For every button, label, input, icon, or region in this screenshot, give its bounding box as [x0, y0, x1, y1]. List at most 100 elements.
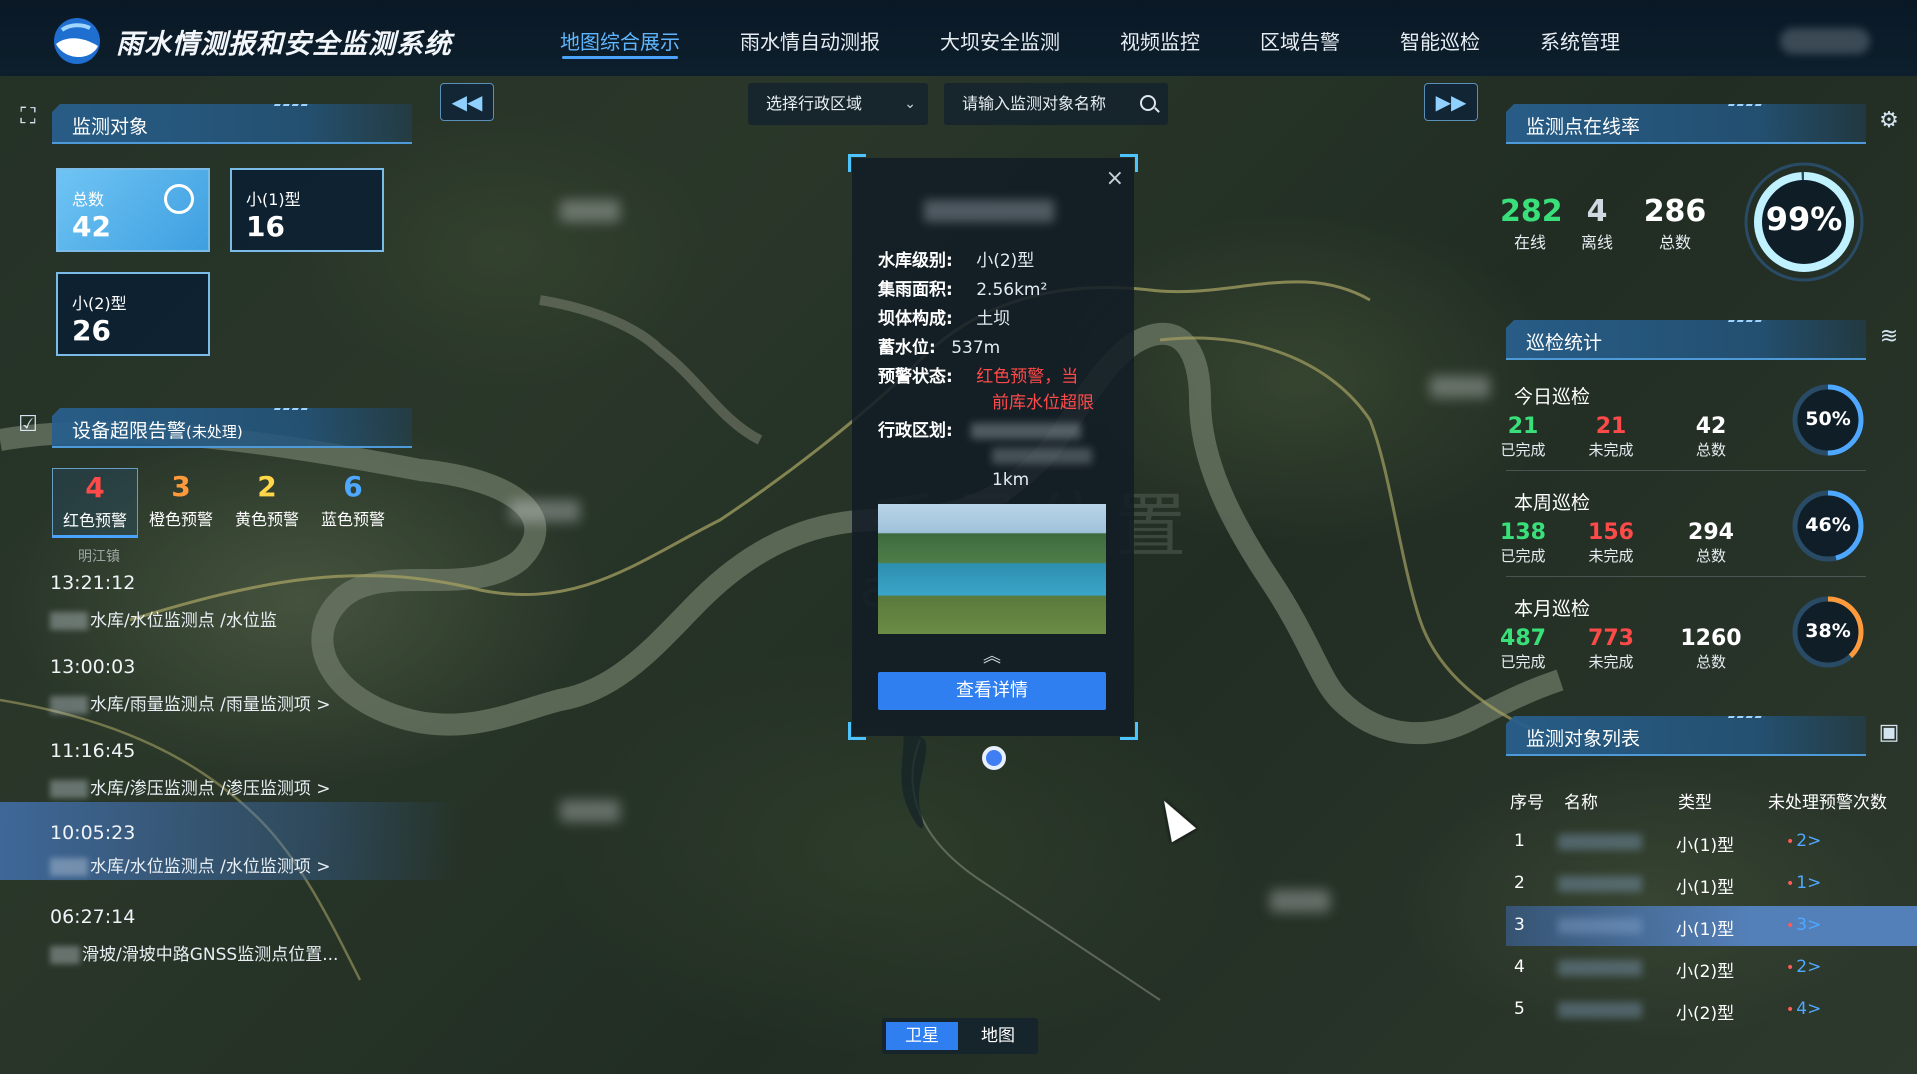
- reservoir-photo[interactable]: [878, 504, 1106, 634]
- monitor-object-icon[interactable]: ⛶: [15, 104, 41, 130]
- monitor-objects-title-bar: 监测对象: [52, 104, 412, 144]
- col-type: 类型: [1678, 793, 1712, 813]
- map-marker[interactable]: [982, 746, 1006, 770]
- patrol-total: 42 总数: [1695, 414, 1727, 459]
- reservoir-popup: × 水库级别: 小(2)型 集雨面积: 2.56km² 坝体构成: 土坝 蓄水位…: [848, 154, 1138, 740]
- card-total-value: 42: [72, 210, 111, 243]
- alert-count-yellow[interactable]: 2 黄色预警: [224, 468, 310, 538]
- patrol-done: 487 已完成: [1500, 626, 1546, 671]
- popup-row-region: 行政区划:: [878, 416, 1081, 441]
- patrol-done: 21 已完成: [1500, 414, 1546, 459]
- popup-row-alert: 预警状态: 红色预警，当: [878, 367, 1079, 387]
- patrol-title: 巡检统计: [1526, 332, 1603, 354]
- card-total[interactable]: 总数 42: [56, 168, 210, 252]
- reservoir-name: [924, 200, 1054, 222]
- col-no: 序号: [1510, 793, 1544, 813]
- satellite-toggle-button[interactable]: 卫星: [886, 1022, 958, 1050]
- patrol-period-name: 本周巡检: [1514, 492, 1591, 514]
- layers-icon[interactable]: ≋: [1876, 324, 1902, 350]
- map-town-label: 明江镇: [78, 549, 120, 565]
- app-logo-icon: [54, 18, 100, 64]
- alert-path: 水库/渗压监测点 /渗压监测项 >: [50, 774, 331, 799]
- alert-item-selected[interactable]: 10:05:23 水库/水位监测点 /水位监测项 >: [0, 802, 460, 880]
- patrol-title-bar: 巡检统计: [1506, 320, 1866, 360]
- alert-item[interactable]: 13:00:03 水库/雨量监测点 /雨量监测项 >: [0, 650, 460, 734]
- table-row[interactable]: 5 小(2)型 4>: [1506, 990, 1917, 1030]
- alert-path: 水库/雨量监测点 /雨量监测项 >: [50, 690, 331, 715]
- patrol-total: 1260 总数: [1680, 626, 1742, 671]
- table-row[interactable]: 4 小(2)型 2>: [1506, 948, 1917, 988]
- popup-row-level: 水库级别: 小(2)型: [878, 251, 1035, 271]
- alert-item[interactable]: 13:21:12 水库/水位监测点 /水位监: [0, 566, 460, 650]
- close-icon[interactable]: ×: [1106, 166, 1124, 191]
- nav-patrol[interactable]: 智能巡检: [1400, 0, 1480, 76]
- view-details-button[interactable]: 查看详情: [878, 672, 1106, 710]
- card-small2[interactable]: 小(2)型 26: [56, 272, 210, 356]
- search-icon[interactable]: [1140, 95, 1156, 111]
- alerts-title-suffix: (未处理): [186, 423, 243, 441]
- alert-count-red-value: 4: [85, 471, 105, 504]
- alert-icon[interactable]: ☑: [15, 412, 41, 438]
- nav-video[interactable]: 视频监控: [1120, 0, 1200, 76]
- main-nav: 地图综合展示 雨水情自动测报 大坝安全监测 视频监控 区域告警 智能巡检 系统管…: [560, 0, 1680, 76]
- list-icon[interactable]: ▣: [1876, 720, 1902, 746]
- map-toggle-button[interactable]: 地图: [962, 1022, 1034, 1050]
- nav-rain-water[interactable]: 雨水情自动测报: [740, 0, 880, 76]
- chevron-down-icon: ⌄: [904, 96, 916, 112]
- patrol-undone: 21 未完成: [1588, 414, 1634, 459]
- offline-count: 4 离线: [1580, 194, 1613, 252]
- alert-path: 水库/水位监测点 /水位监测项 >: [50, 852, 331, 877]
- region-select-label: 选择行政区域: [766, 94, 863, 113]
- patrol-undone: 156 未完成: [1588, 520, 1634, 565]
- alerts-title-bar: 设备超限告警(未处理): [52, 408, 412, 448]
- card-small1-label: 小(1)型: [246, 190, 301, 209]
- alert-count-red[interactable]: 4 红色预警: [52, 468, 138, 538]
- target-icon: [164, 184, 194, 214]
- online-rate-value: 99%: [1765, 200, 1843, 238]
- alert-count-red-label: 红色预警: [62, 511, 127, 530]
- alert-count-blue-label: 蓝色预警: [320, 510, 385, 529]
- map-type-toggle: 卫星 地图: [882, 1018, 1038, 1054]
- online-rate-title: 监测点在线率: [1526, 116, 1641, 138]
- popup-row-alert-cont: 前库水位超限: [992, 393, 1094, 413]
- online-count: 282 在线: [1500, 194, 1563, 252]
- card-total-label: 总数: [72, 190, 105, 209]
- col-count: 未处理预警次数: [1768, 793, 1887, 813]
- card-small1[interactable]: 小(1)型 16: [230, 168, 384, 252]
- card-small2-label: 小(2)型: [72, 294, 127, 313]
- alert-count-blue-value: 6: [343, 470, 363, 503]
- monitor-objects-title: 监测对象: [72, 116, 149, 138]
- alert-item[interactable]: 06:27:14 滑坡/滑坡中路GNSS监测点位置...: [0, 900, 460, 984]
- collapse-right-button[interactable]: ▶▶: [1424, 83, 1478, 121]
- alert-path: 滑坡/滑坡中路GNSS监测点位置...: [50, 940, 338, 965]
- network-icon[interactable]: ⚙: [1876, 108, 1902, 134]
- alert-time: 11:16:45: [50, 740, 136, 762]
- patrol-total: 294 总数: [1688, 520, 1734, 565]
- alert-count-orange[interactable]: 3 橙色预警: [138, 468, 224, 538]
- alert-count-orange-value: 3: [171, 470, 191, 503]
- user-avatar[interactable]: [1780, 28, 1870, 54]
- alert-time: 10:05:23: [50, 822, 136, 844]
- online-rate-gauge: 99%: [1742, 160, 1866, 284]
- nav-dam-safety[interactable]: 大坝安全监测: [940, 0, 1060, 76]
- patrol-undone: 773 未完成: [1588, 626, 1634, 671]
- nav-map-overview[interactable]: 地图综合展示: [560, 0, 680, 76]
- popup-row-dam: 坝体构成: 土坝: [878, 309, 1011, 329]
- alert-count-yellow-label: 黄色预警: [234, 510, 299, 529]
- nav-system[interactable]: 系统管理: [1540, 0, 1620, 76]
- nav-region-alert[interactable]: 区域告警: [1260, 0, 1340, 76]
- table-header: 序号 名称 类型 未处理预警次数: [1510, 788, 1910, 818]
- table-row-selected[interactable]: 3 小(1)型 3>: [1506, 906, 1917, 946]
- table-row[interactable]: 1 小(1)型 2>: [1506, 822, 1917, 862]
- alert-count-blue[interactable]: 6 蓝色预警: [310, 468, 396, 538]
- alert-counts: 4 红色预警 3 橙色预警 2 黄色预警 6 蓝色预警: [52, 468, 397, 538]
- app-title: 雨水情测报和安全监测系统: [116, 29, 452, 60]
- table-row[interactable]: 2 小(1)型 1>: [1506, 864, 1917, 904]
- total-count: 286 总数: [1643, 194, 1707, 252]
- region-select[interactable]: 选择行政区域 ⌄: [748, 83, 928, 125]
- collapse-left-button[interactable]: ◀◀: [440, 83, 494, 121]
- popup-row-area: 集雨面积: 2.56km²: [878, 280, 1048, 300]
- patrol-done: 138 已完成: [1500, 520, 1546, 565]
- search-input[interactable]: 请输入监测对象名称: [944, 83, 1168, 125]
- chevron-up-icon[interactable]: ︽: [983, 642, 1001, 668]
